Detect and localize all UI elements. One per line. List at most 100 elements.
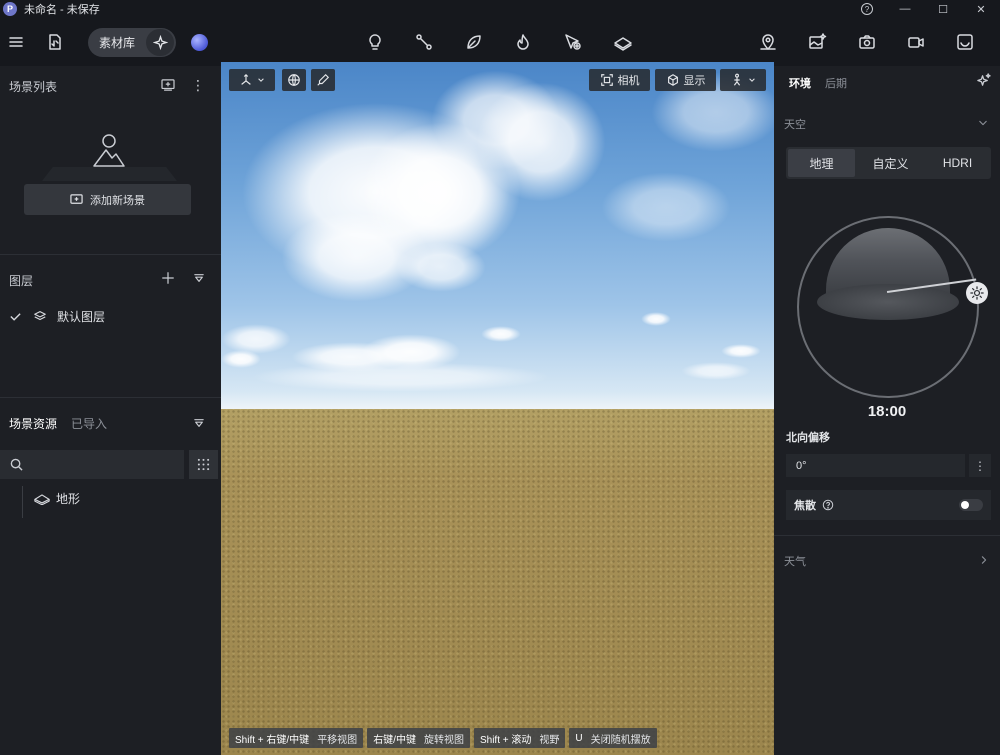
help-icon: ? xyxy=(861,3,873,15)
minimize-button[interactable]: — xyxy=(886,0,924,18)
3d-viewport[interactable]: 相机 显示 Shift + 右键/中键 平移视图 右键/中键 旋转视图 Shift … xyxy=(221,62,774,755)
triangle-down-icon xyxy=(194,419,204,427)
resource-tabs: 场景资源 已导入 xyxy=(9,415,121,432)
display-button[interactable]: 显示 xyxy=(655,69,716,91)
weather-section-header[interactable]: 天气 xyxy=(784,553,806,569)
time-of-day: 18:00 xyxy=(867,403,907,420)
weather-expand-button[interactable] xyxy=(979,554,989,566)
add-scene-button[interactable]: 添加新场景 xyxy=(24,184,191,215)
sky-mode-custom[interactable]: 自定义 xyxy=(857,147,924,179)
world-space-button[interactable] xyxy=(282,69,306,91)
help-circle-icon[interactable] xyxy=(822,499,834,511)
app-logo-letter: P xyxy=(6,4,13,14)
light-tool-button[interactable] xyxy=(365,32,385,52)
globe-icon xyxy=(288,74,300,86)
title-bar: P 未命名 - 未保存 ? — ☐ ✕ xyxy=(0,0,1000,18)
video-button[interactable] xyxy=(906,32,926,52)
flame-icon xyxy=(517,34,529,50)
cloud xyxy=(481,326,521,342)
file-sync-icon xyxy=(49,34,61,50)
ai-environment-button[interactable] xyxy=(975,72,991,88)
planet-icon[interactable] xyxy=(191,34,208,51)
north-offset-input[interactable]: 0° xyxy=(786,454,965,477)
path-nodes-icon xyxy=(416,34,432,50)
hint-key: U xyxy=(575,732,583,744)
grid-dots-icon xyxy=(197,458,210,471)
tab-post-processing[interactable]: 后期 xyxy=(825,75,847,91)
ai-sparkle-button[interactable] xyxy=(146,29,174,56)
cursor-add-icon xyxy=(565,34,581,50)
divider xyxy=(0,254,221,255)
camera-button[interactable]: 相机 xyxy=(589,69,650,91)
hint-key: Shift + 右键/中键 xyxy=(235,734,310,746)
render-tray-button[interactable] xyxy=(955,32,975,52)
sun-handle[interactable] xyxy=(966,282,988,304)
search-input[interactable] xyxy=(29,458,179,471)
right-panel: 环境 后期 天空 地理 自定义 HDRI 18:00 北向偏移 0° ⋮ 焦散 … xyxy=(774,66,1000,755)
hamburger-icon xyxy=(9,37,23,47)
hint-action: 关闭随机摆放 xyxy=(590,734,651,746)
layers-stack-icon xyxy=(614,37,632,51)
shortcut-hints: Shift + 右键/中键 平移视图 右键/中键 旋转视图 Shift + 滚动 视野… xyxy=(229,728,661,748)
layer-stack-icon xyxy=(34,311,46,321)
terrain-tool-button[interactable] xyxy=(612,32,634,52)
window-controls: ? — ☐ ✕ xyxy=(848,0,1000,18)
tab-imported[interactable]: 已导入 xyxy=(71,415,107,432)
layer-name: 默认图层 xyxy=(57,309,106,324)
help-button[interactable]: ? xyxy=(848,0,886,18)
menu-button[interactable] xyxy=(6,32,26,52)
fire-tool-button[interactable] xyxy=(513,32,533,52)
grid-view-button[interactable] xyxy=(189,450,218,479)
sky-mode-geo[interactable]: 地理 xyxy=(788,149,855,177)
scene-more-button[interactable]: ⋮ xyxy=(191,77,205,93)
tab-environment[interactable]: 环境 xyxy=(789,75,811,91)
character-view-button[interactable] xyxy=(720,69,766,91)
triangle-down-icon xyxy=(194,274,204,282)
eyedropper-button[interactable] xyxy=(311,69,335,91)
chevron-down-icon xyxy=(258,78,264,82)
sky-collapse-button[interactable] xyxy=(977,118,989,128)
sky-mode-hdri[interactable]: HDRI xyxy=(924,147,991,179)
scene-screenshot-button[interactable] xyxy=(160,78,176,92)
resources-menu-button[interactable] xyxy=(192,417,206,429)
sun-icon xyxy=(970,286,984,300)
caustics-toggle[interactable] xyxy=(959,499,983,511)
divider xyxy=(0,397,221,398)
place-object-button[interactable] xyxy=(562,32,584,52)
video-camera-icon xyxy=(908,37,924,48)
hint-action: 平移视图 xyxy=(317,734,358,746)
cloud xyxy=(396,242,486,292)
maximize-icon: ☐ xyxy=(938,3,948,16)
resource-item-terrain[interactable]: 地形 xyxy=(34,490,80,507)
check-icon[interactable] xyxy=(9,310,22,323)
close-button[interactable]: ✕ xyxy=(962,0,1000,18)
layers-menu-button[interactable] xyxy=(192,272,206,284)
location-button[interactable] xyxy=(758,32,778,52)
library-pill: 素材库 xyxy=(88,28,176,57)
north-offset-more-button[interactable]: ⋮ xyxy=(969,454,991,477)
add-layer-button[interactable] xyxy=(160,270,176,286)
cloud xyxy=(476,82,606,202)
maximize-button[interactable]: ☐ xyxy=(924,0,962,18)
tab-scene-resources[interactable]: 场景资源 xyxy=(9,415,57,432)
window-title: 未命名 - 未保存 xyxy=(24,4,100,16)
vegetation-tool-button[interactable] xyxy=(464,32,484,52)
chevron-down-icon xyxy=(979,120,987,126)
plus-icon xyxy=(162,272,174,284)
add-scene-label: 添加新场景 xyxy=(90,194,145,207)
terrain-label: 地形 xyxy=(56,492,81,506)
ai-image-button[interactable] xyxy=(807,32,827,52)
sky-section-header[interactable]: 天空 xyxy=(784,116,806,132)
layers-title: 图层 xyxy=(9,274,34,288)
empty-scene-icon xyxy=(93,134,125,167)
path-tool-button[interactable] xyxy=(414,32,434,52)
cube-icon xyxy=(667,74,678,86)
hint-key: 右键/中键 xyxy=(373,734,416,746)
transform-gizmo-button[interactable] xyxy=(229,69,275,91)
photo-button[interactable] xyxy=(857,32,877,52)
layer-row-default[interactable]: 默认图层 xyxy=(0,303,221,329)
resource-search[interactable] xyxy=(0,450,184,479)
caustics-row: 焦散 xyxy=(786,490,991,520)
library-button[interactable]: 素材库 xyxy=(88,34,146,51)
file-sync-button[interactable] xyxy=(45,32,65,52)
